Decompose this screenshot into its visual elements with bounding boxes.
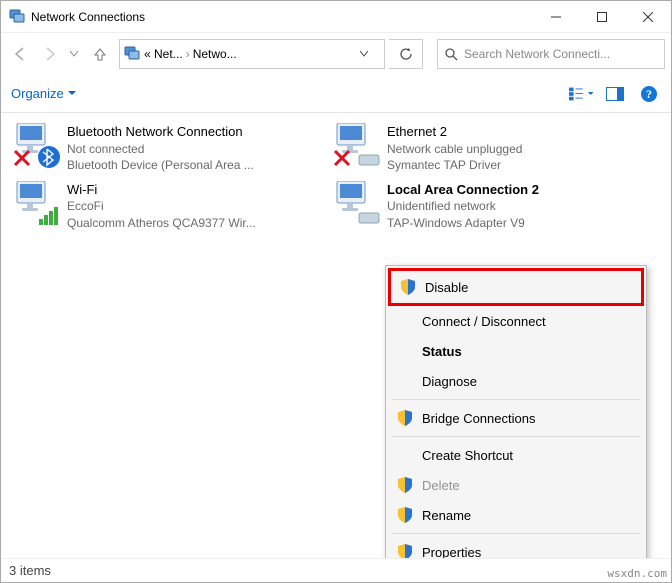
menu-properties[interactable]: Properties [388,537,644,558]
back-button[interactable] [7,41,33,67]
status-bar: 3 items [1,558,671,582]
svg-text:?: ? [646,87,652,101]
up-button[interactable] [89,41,111,67]
help-button[interactable]: ? [637,82,661,106]
titlebar: Network Connections [1,1,671,33]
history-dropdown[interactable] [67,51,81,57]
adapter-status: Not connected [67,141,254,157]
address-icon [124,46,140,62]
menu-create-shortcut[interactable]: Create Shortcut [388,440,644,470]
adapter-icon [13,123,61,169]
shield-icon [396,543,414,558]
command-bar: Organize ? [1,75,671,113]
search-icon [444,47,458,61]
adapter-name: Bluetooth Network Connection [67,123,254,141]
nav-bar: « Net... › Netwo... Search Network Conne… [1,33,671,75]
adapter-desc: Qualcomm Atheros QCA9377 Wir... [67,215,256,231]
refresh-button[interactable] [389,39,423,69]
adapter-name: Wi-Fi [67,181,256,199]
adapter-bluetooth[interactable]: Bluetooth Network Connection Not connect… [7,119,327,177]
menu-disable[interactable]: Disable [391,271,641,303]
adapter-name: Local Area Connection 2 [387,181,539,199]
breadcrumb-seg-2[interactable]: Netwo... [193,47,237,61]
menu-diagnose[interactable]: Diagnose [388,366,644,396]
shield-icon [396,476,414,494]
maximize-button[interactable] [579,2,625,32]
organize-label: Organize [11,86,64,101]
adapter-icon [333,123,381,169]
window-controls [533,2,671,32]
view-layout-button[interactable] [569,82,593,106]
preview-pane-button[interactable] [603,82,627,106]
address-bar[interactable]: « Net... › Netwo... [119,39,385,69]
adapter-icon [13,181,61,227]
window-title: Network Connections [31,10,533,24]
context-menu: Disable Connect / Disconnect Status Diag… [385,265,647,558]
content-area: Bluetooth Network Connection Not connect… [1,113,671,558]
menu-connect[interactable]: Connect / Disconnect [388,306,644,336]
shield-icon [396,409,414,427]
address-dropdown[interactable] [360,51,380,57]
app-icon [9,9,25,25]
menu-separator [392,533,640,534]
adapter-desc: TAP-Windows Adapter V9 [387,215,539,231]
adapter-wifi[interactable]: Wi-Fi EccoFi Qualcomm Atheros QCA9377 Wi… [7,177,327,235]
menu-status[interactable]: Status [388,336,644,366]
chevron-right-icon: › [183,47,193,61]
adapter-name: Ethernet 2 [387,123,522,141]
menu-separator [392,436,640,437]
status-text: 3 items [9,563,51,578]
close-button[interactable] [625,2,671,32]
adapter-ethernet2[interactable]: Ethernet 2 Network cable unplugged Syman… [327,119,647,177]
watermark: wsxdn.com [607,567,667,580]
search-placeholder: Search Network Connecti... [464,47,610,61]
shield-icon [399,278,417,296]
menu-bridge[interactable]: Bridge Connections [388,403,644,433]
menu-disable-label: Disable [425,280,468,295]
adapter-status: EccoFi [67,198,256,214]
minimize-button[interactable] [533,2,579,32]
menu-delete: Delete [388,470,644,500]
adapter-icon [333,181,381,227]
adapter-status: Unidentified network [387,198,539,214]
adapter-desc: Symantec TAP Driver [387,157,522,173]
adapter-desc: Bluetooth Device (Personal Area ... [67,157,254,173]
search-box[interactable]: Search Network Connecti... [437,39,665,69]
adapter-lac2[interactable]: Local Area Connection 2 Unidentified net… [327,177,647,235]
menu-rename[interactable]: Rename [388,500,644,530]
menu-disable-highlight: Disable [388,268,644,306]
breadcrumb-seg-1[interactable]: « Net... [144,47,183,61]
adapter-status: Network cable unplugged [387,141,522,157]
shield-icon [396,506,414,524]
forward-button[interactable] [37,41,63,67]
menu-separator [392,399,640,400]
organize-menu[interactable]: Organize [11,86,76,101]
